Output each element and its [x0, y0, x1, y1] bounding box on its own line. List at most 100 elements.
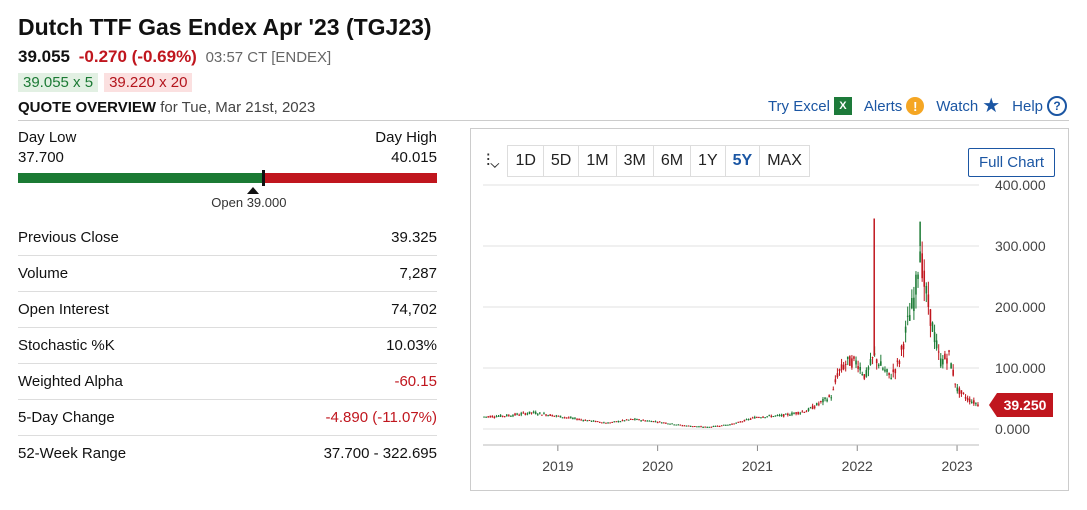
x-tick-label: 2020 [642, 458, 673, 474]
candle-body [549, 414, 551, 416]
candle-body [855, 360, 857, 365]
candle-body [970, 401, 973, 403]
candle-body [592, 420, 595, 422]
candle-body [939, 358, 942, 367]
range-1d[interactable]: 1D [508, 146, 544, 176]
x-tick-label: 2019 [542, 458, 573, 474]
candle-body [832, 389, 835, 391]
candle-body [516, 413, 518, 415]
candle-body [714, 425, 717, 427]
candle-body [702, 426, 704, 428]
range-3m[interactable]: 3M [617, 146, 654, 176]
candle-body [799, 412, 802, 414]
candle-body [824, 397, 826, 399]
candle-body [813, 406, 816, 408]
range-6m[interactable]: 6M [654, 146, 692, 176]
alerts-label: Alerts [863, 97, 903, 115]
candle-body [681, 425, 684, 427]
stat-label: Stochastic %K [18, 337, 115, 354]
candle-body [704, 426, 706, 428]
candle-body [886, 369, 888, 373]
candle-body [956, 387, 959, 392]
candle-body [720, 425, 723, 427]
candle-body [760, 417, 762, 419]
candle-body [929, 309, 932, 326]
candle-body [706, 426, 709, 428]
stats-row: Stochastic %K 10.03% [18, 328, 437, 364]
candle-body [652, 421, 655, 423]
chart-toolbar: ⫶⌄ 1D 5D 1M 3M 6M 1Y 5Y MAX [486, 145, 810, 177]
candle-body [882, 368, 884, 370]
candle-body [727, 424, 729, 426]
alerts-link[interactable]: Alerts ! [863, 97, 925, 115]
stats-row: 52-Week Range 37.700 - 322.695 [18, 436, 437, 471]
y-tick-label: 200.000 [995, 299, 1046, 315]
candle-body [526, 413, 529, 415]
candle-body [640, 420, 642, 422]
candle-body [787, 413, 789, 416]
candle-body [818, 403, 820, 405]
candle-body [574, 417, 576, 419]
range-1y[interactable]: 1Y [691, 146, 726, 176]
candle-body [634, 418, 636, 420]
candlestick-icon[interactable]: ⫶⌄ [486, 151, 499, 171]
range-1m[interactable]: 1M [579, 146, 617, 176]
stat-value: 7,287 [399, 265, 437, 282]
candle-body [582, 420, 585, 422]
candle-body [489, 416, 492, 418]
candle-body [539, 412, 541, 414]
candle-body [805, 411, 808, 413]
stat-label: Previous Close [18, 229, 119, 246]
candle-body [485, 416, 487, 418]
candle-body [942, 359, 944, 365]
price-chart[interactable]: 400.000 300.000 200.000 100.000 0.000 2019 202… [471, 129, 1068, 490]
candle-body [663, 422, 665, 424]
range-max[interactable]: MAX [760, 146, 809, 176]
candle-body [673, 424, 675, 426]
candle-body [557, 415, 560, 417]
help-link[interactable]: Help ? [1012, 96, 1067, 116]
try-excel-link[interactable]: Try Excel X [768, 97, 852, 115]
candle-body [632, 419, 634, 421]
candle-body [890, 377, 892, 379]
y-tick-label: 0.000 [995, 421, 1030, 437]
range-selector: 1D 5D 1M 3M 6M 1Y 5Y MAX [507, 145, 810, 177]
full-chart-button[interactable]: Full Chart [967, 148, 1055, 177]
candle-body [512, 415, 514, 417]
candle-body [747, 419, 750, 421]
candle-body [861, 374, 864, 376]
candle-body [625, 419, 628, 421]
candle-body [801, 411, 804, 413]
candle-body [911, 298, 913, 309]
day-range: Day Low 37.700 Day High 40.015 Open 39.0… [18, 129, 437, 219]
candle-body [842, 364, 845, 370]
candle-body [718, 426, 721, 428]
candle-body [917, 274, 919, 279]
candle-body [619, 421, 622, 423]
candle-body [576, 419, 578, 421]
range-5d[interactable]: 5D [544, 146, 580, 176]
range-5y[interactable]: 5Y [726, 146, 761, 176]
candle-body [766, 416, 768, 418]
candle-body [638, 419, 640, 421]
candle-body [900, 345, 903, 350]
candle-body [590, 420, 593, 422]
candle-body [869, 359, 872, 365]
candle-body [822, 398, 824, 403]
candle-body [689, 425, 692, 427]
candle-body [751, 417, 754, 419]
candle-body [913, 297, 915, 312]
candle-body [613, 421, 616, 423]
candle-body [648, 420, 651, 422]
candle-body [520, 413, 523, 415]
candle-body [534, 412, 537, 415]
stat-label: Weighted Alpha [18, 373, 123, 390]
candle-body [846, 356, 849, 360]
stats-row: Open Interest 74,702 [18, 292, 437, 328]
candle-body [586, 420, 589, 422]
watch-link[interactable]: Watch ★ [936, 96, 1000, 116]
excel-icon: X [833, 97, 852, 115]
candle-body [859, 366, 861, 371]
candle-body [547, 415, 549, 417]
candle-body [888, 372, 890, 375]
